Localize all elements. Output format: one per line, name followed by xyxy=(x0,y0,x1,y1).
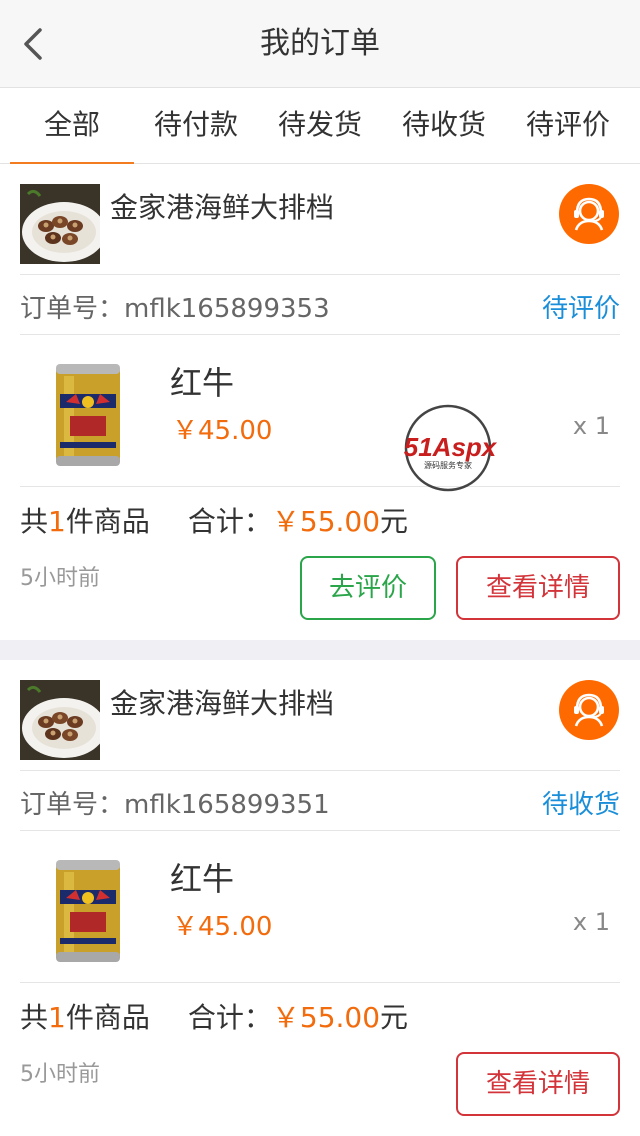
divider xyxy=(20,334,620,335)
tab-pending-receipt[interactable]: 待收货 xyxy=(382,88,506,164)
tab-all[interactable]: 全部 xyxy=(10,88,134,164)
divider xyxy=(20,982,620,983)
tab-pending-payment[interactable]: 待付款 xyxy=(134,88,258,164)
total-label: 合计： xyxy=(187,1001,272,1034)
product-quantity: x 1 xyxy=(572,412,610,440)
summary-prefix: 共 xyxy=(20,1001,49,1034)
customer-service-icon[interactable] xyxy=(559,184,619,244)
shop-image[interactable] xyxy=(20,680,100,760)
summary-suffix: 件商品 xyxy=(65,505,150,538)
order-number: 订单号：mflk165899353 xyxy=(20,294,330,324)
page-title: 我的订单 xyxy=(260,26,380,61)
review-button[interactable]: 去评价 xyxy=(300,556,436,620)
order-total: ￥55.00 xyxy=(271,1001,381,1034)
order-summary: 共1件商品 合计：￥55.00元 xyxy=(20,500,408,540)
total-label: 合计： xyxy=(187,505,272,538)
product-price: ￥45.00 xyxy=(172,416,273,446)
product-name[interactable]: 红牛 xyxy=(170,854,234,900)
order-total: ￥55.00 xyxy=(271,505,381,538)
divider xyxy=(20,274,620,275)
item-count: 1 xyxy=(48,1001,66,1034)
tab-pending-review[interactable]: 待评价 xyxy=(506,88,630,164)
order-card: 金家港海鲜大排档 订单号：mflk165899351 待收货 红牛 ￥45.00 xyxy=(0,660,640,1136)
product-price: ￥45.00 xyxy=(172,912,273,942)
order-summary: 共1件商品 合计：￥55.00元 xyxy=(20,996,408,1036)
view-details-button[interactable]: 查看详情 xyxy=(456,1052,620,1116)
shop-name[interactable]: 金家港海鲜大排档 xyxy=(110,682,334,722)
summary-suffix: 件商品 xyxy=(65,1001,150,1034)
item-count: 1 xyxy=(48,505,66,538)
top-bar: 我的订单 xyxy=(0,0,640,88)
total-unit: 元 xyxy=(380,505,409,538)
order-tabs: 全部 待付款 待发货 待收货 待评价 xyxy=(0,88,640,164)
divider xyxy=(20,830,620,831)
customer-service-icon[interactable] xyxy=(559,680,619,740)
product-quantity: x 1 xyxy=(572,908,610,936)
view-details-button[interactable]: 查看详情 xyxy=(456,556,620,620)
order-time: 5小时前 xyxy=(20,1062,100,1087)
watermark-brand: 51Aspx xyxy=(404,432,498,462)
tab-pending-shipment[interactable]: 待发货 xyxy=(258,88,382,164)
divider xyxy=(20,770,620,771)
divider xyxy=(20,486,620,487)
product-image[interactable] xyxy=(50,360,126,470)
order-number: 订单号：mflk165899351 xyxy=(20,790,330,820)
watermark-tagline: 源码服务专家 xyxy=(424,460,472,470)
order-time: 5小时前 xyxy=(20,566,100,591)
product-name[interactable]: 红牛 xyxy=(170,358,234,404)
order-status: 待收货 xyxy=(541,790,620,820)
product-image[interactable] xyxy=(50,856,126,966)
order-card: 金家港海鲜大排档 订单号：mflk165899353 待评价 红牛 ￥45.00 xyxy=(0,164,640,640)
watermark-logo: 51Aspx 源码服务专家 xyxy=(404,404,498,492)
total-unit: 元 xyxy=(380,1001,409,1034)
order-status: 待评价 xyxy=(541,294,620,324)
summary-prefix: 共 xyxy=(20,505,49,538)
shop-name[interactable]: 金家港海鲜大排档 xyxy=(110,186,334,226)
shop-image[interactable] xyxy=(20,184,100,264)
